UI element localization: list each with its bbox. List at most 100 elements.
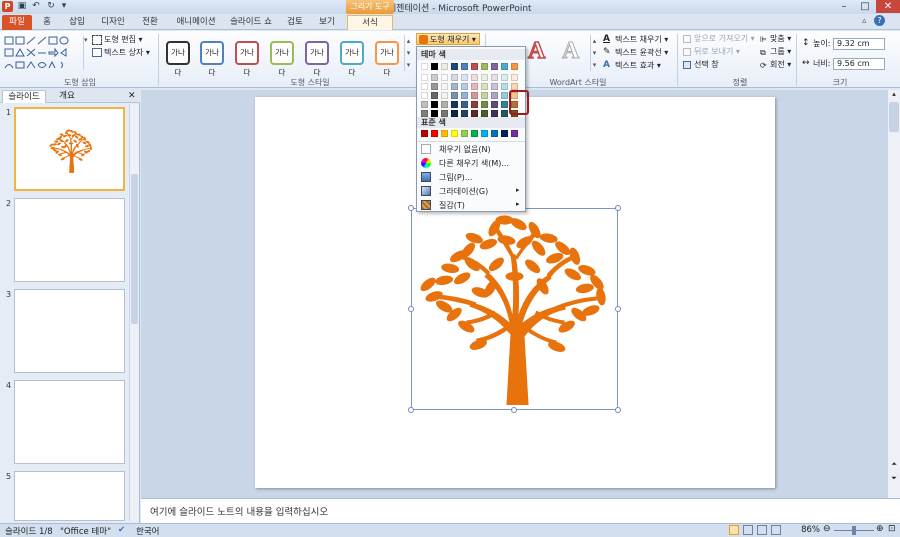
theme-color-swatch[interactable] bbox=[441, 74, 448, 81]
scroll-up-icon[interactable]: ▴ bbox=[888, 90, 900, 100]
theme-color-swatch[interactable] bbox=[481, 101, 488, 108]
standard-color-swatch[interactable] bbox=[421, 130, 428, 137]
width-input[interactable]: 9.56 cm bbox=[833, 58, 885, 70]
theme-color-swatch[interactable] bbox=[461, 110, 468, 117]
theme-color-swatch[interactable] bbox=[461, 74, 468, 81]
theme-color-swatch[interactable] bbox=[431, 92, 438, 99]
spell-check-icon[interactable]: ✔ bbox=[118, 525, 125, 535]
theme-color-swatch[interactable] bbox=[431, 83, 438, 90]
theme-color-swatch[interactable] bbox=[491, 92, 498, 99]
tab-transitions[interactable]: 전환 bbox=[137, 15, 163, 30]
wordart-scroll-icon[interactable]: ▴ ▾ ▾ bbox=[590, 35, 598, 71]
tab-design[interactable]: 디자인 bbox=[96, 15, 130, 30]
theme-color-swatch[interactable] bbox=[511, 63, 518, 70]
theme-color-swatch[interactable] bbox=[421, 101, 428, 108]
tab-home[interactable]: 홈 bbox=[36, 15, 58, 30]
theme-color-swatch[interactable] bbox=[421, 83, 428, 90]
tab-slideshow[interactable]: 슬라이드 쇼 bbox=[226, 15, 276, 30]
resize-handle[interactable] bbox=[408, 306, 414, 312]
standard-color-swatch[interactable] bbox=[481, 130, 488, 137]
zoom-slider-thumb[interactable] bbox=[852, 526, 856, 535]
vertical-scrollbar[interactable]: ▴ ⏶ ⏷ bbox=[887, 90, 900, 498]
theme-color-swatch[interactable] bbox=[481, 63, 488, 70]
shape-style-3[interactable]: 가나다 bbox=[235, 41, 259, 77]
standard-color-swatch[interactable] bbox=[511, 130, 518, 137]
zoom-level[interactable]: 86% bbox=[780, 525, 820, 535]
theme-color-swatch[interactable] bbox=[481, 110, 488, 117]
shape-style-2[interactable]: 가나다 bbox=[200, 41, 224, 77]
tab-outline[interactable]: 개요 bbox=[50, 90, 84, 103]
maximize-icon[interactable]: □ bbox=[855, 0, 875, 13]
shape-style-5[interactable]: 가나다 bbox=[305, 41, 329, 77]
theme-color-swatch[interactable] bbox=[461, 92, 468, 99]
theme-color-swatch[interactable] bbox=[451, 63, 458, 70]
theme-color-swatch[interactable] bbox=[421, 110, 428, 117]
theme-color-swatch[interactable] bbox=[471, 74, 478, 81]
prev-slide-icon[interactable]: ⏶ bbox=[888, 460, 900, 470]
theme-color-swatch[interactable] bbox=[441, 110, 448, 117]
text-fill-button[interactable]: 텍스트 채우기 ▾ bbox=[615, 34, 668, 46]
tab-format[interactable]: 서식 bbox=[347, 15, 393, 30]
theme-color-swatch[interactable] bbox=[441, 83, 448, 90]
theme-color-swatch[interactable] bbox=[501, 101, 508, 108]
reading-view-icon[interactable] bbox=[757, 525, 767, 535]
tab-review[interactable]: 검토 bbox=[282, 15, 308, 30]
language-status[interactable]: 한국어 bbox=[136, 525, 159, 537]
theme-color-swatch[interactable] bbox=[441, 63, 448, 70]
zoom-in-icon[interactable]: ⊕ bbox=[876, 524, 884, 534]
theme-status[interactable]: "Office 테마" bbox=[60, 525, 111, 537]
standard-color-swatch[interactable] bbox=[471, 130, 478, 137]
slide-thumbnail-3[interactable] bbox=[14, 289, 125, 373]
theme-color-swatch[interactable] bbox=[511, 83, 518, 90]
shape-styles-scroll-icon[interactable]: ▴ ▾ ▾ bbox=[404, 35, 412, 71]
theme-color-swatch[interactable] bbox=[451, 74, 458, 81]
gradient-fill-item[interactable]: 그라데이션(G) bbox=[439, 185, 525, 198]
theme-color-swatch[interactable] bbox=[461, 101, 468, 108]
scroll-thumb[interactable] bbox=[889, 102, 899, 132]
selection-pane-button[interactable]: 선택 창 bbox=[694, 59, 719, 71]
theme-color-swatch[interactable] bbox=[481, 83, 488, 90]
standard-color-swatch[interactable] bbox=[441, 130, 448, 137]
align-button[interactable]: 맞춤 ▾ bbox=[770, 33, 791, 45]
theme-color-swatch[interactable] bbox=[471, 92, 478, 99]
tab-view[interactable]: 보기 bbox=[314, 15, 340, 30]
shape-style-7[interactable]: 가나다 bbox=[375, 41, 399, 77]
fit-to-window-icon[interactable]: ⊡ bbox=[888, 524, 896, 534]
theme-color-swatch[interactable] bbox=[431, 110, 438, 117]
help-icon[interactable]: ? bbox=[874, 15, 885, 26]
standard-color-swatch[interactable] bbox=[431, 130, 438, 137]
wordart-style-red-icon[interactable]: A bbox=[527, 37, 546, 65]
theme-color-swatch[interactable] bbox=[481, 74, 488, 81]
shape-fill-button[interactable]: 도형 채우기 ▾ bbox=[416, 33, 480, 45]
shape-gallery[interactable] bbox=[4, 35, 82, 73]
group-button[interactable]: 그룹 ▾ bbox=[770, 46, 791, 58]
thumbnail-scrollbar[interactable] bbox=[129, 104, 139, 521]
shape-style-4[interactable]: 가나다 bbox=[270, 41, 294, 77]
slide-thumbnail-1[interactable] bbox=[14, 107, 125, 191]
theme-color-swatch[interactable] bbox=[431, 74, 438, 81]
shape-style-6[interactable]: 가나다 bbox=[340, 41, 364, 77]
notes-pane[interactable]: 여기에 슬라이드 노트의 내용을 입력하십시오 bbox=[141, 498, 900, 523]
shape-style-1[interactable]: 가나다 bbox=[166, 41, 190, 77]
slide-thumbnail-2[interactable] bbox=[14, 198, 125, 282]
slide-thumbnail-4[interactable] bbox=[14, 380, 125, 464]
theme-color-swatch[interactable] bbox=[451, 83, 458, 90]
tab-insert[interactable]: 삽입 bbox=[63, 15, 91, 30]
theme-color-swatch[interactable] bbox=[451, 110, 458, 117]
theme-color-swatch[interactable] bbox=[501, 83, 508, 90]
standard-color-swatch[interactable] bbox=[501, 130, 508, 137]
text-box-button[interactable]: 텍스트 상자 ▾ bbox=[104, 47, 150, 59]
theme-color-swatch[interactable] bbox=[441, 92, 448, 99]
standard-color-swatch[interactable] bbox=[461, 130, 468, 137]
tab-file[interactable]: 파일 bbox=[2, 15, 32, 30]
theme-color-swatch[interactable] bbox=[511, 74, 518, 81]
theme-color-swatch[interactable] bbox=[471, 83, 478, 90]
minimize-icon[interactable]: – bbox=[834, 0, 854, 13]
normal-view-icon[interactable] bbox=[729, 525, 739, 535]
resize-handle[interactable] bbox=[408, 205, 414, 211]
no-fill-item[interactable]: 채우기 없음(N) bbox=[439, 143, 525, 156]
theme-color-swatch[interactable] bbox=[491, 63, 498, 70]
close-icon[interactable]: ✕ bbox=[876, 0, 900, 13]
theme-color-swatch[interactable] bbox=[501, 92, 508, 99]
standard-color-swatch[interactable] bbox=[451, 130, 458, 137]
